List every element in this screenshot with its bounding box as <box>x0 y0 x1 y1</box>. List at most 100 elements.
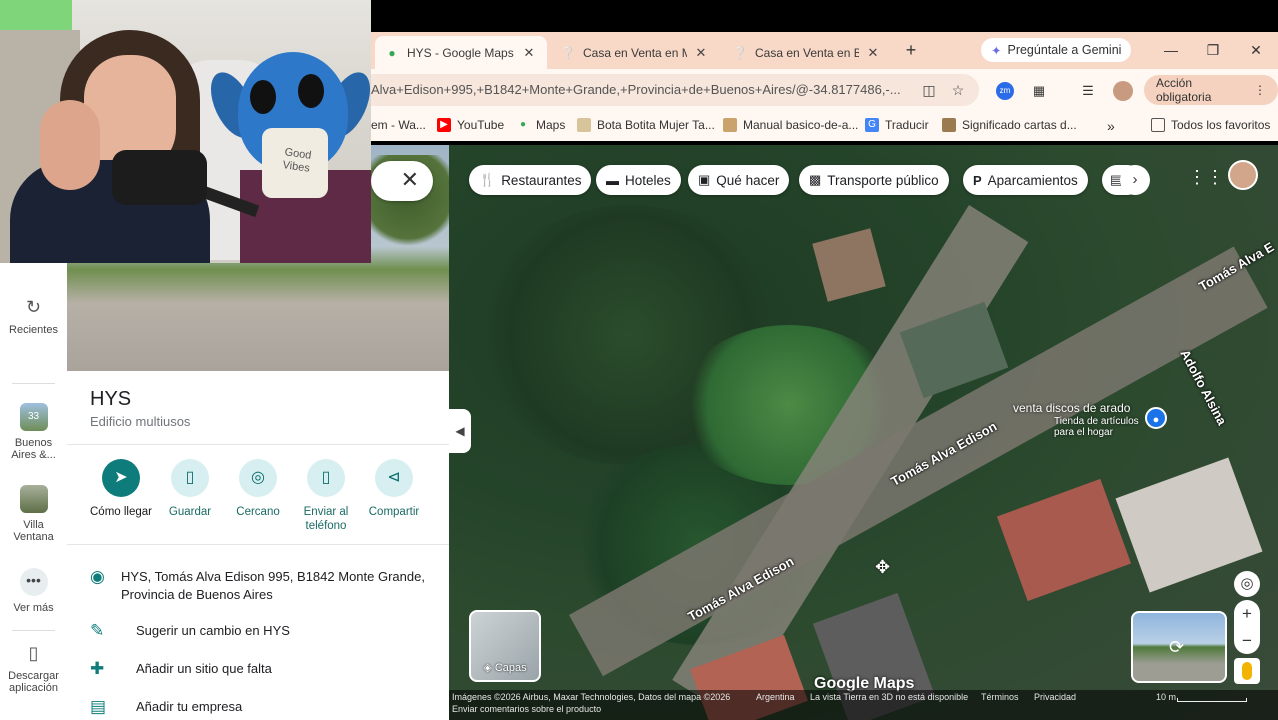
street-view-preview[interactable]: ⟳ <box>1131 611 1227 683</box>
building-roof <box>812 228 886 302</box>
screen: Good Vibes ● HYS - Google Maps ✕ ❔ Casa … <box>0 0 1278 720</box>
rail-label: Buenos Aires &... <box>11 437 56 461</box>
map-footer: Imágenes ©2026 Airbus, Maxar Technologie… <box>449 690 1278 720</box>
address-bar[interactable]: Alva+Edison+995,+B1842+Monte+Grande,+Pro… <box>371 74 979 106</box>
minimize-icon[interactable]: — <box>1157 38 1185 62</box>
pegman-icon[interactable] <box>1234 658 1260 684</box>
nearby-button[interactable]: ◎ Cercano <box>223 459 293 519</box>
profile-avatar[interactable] <box>1113 81 1133 101</box>
close-panel-icon[interactable]: ✕ <box>371 161 433 201</box>
rail-more[interactable]: ••• Ver más <box>0 568 67 614</box>
account-avatar[interactable] <box>1228 160 1258 190</box>
business-icon: ▤ <box>90 697 107 716</box>
satellite-map[interactable]: Tomás Alva Edison Tomás Alva Edison Tomá… <box>449 145 1278 720</box>
rail-recents[interactable]: ↻ Recientes <box>0 297 67 336</box>
zoom-out-button[interactable]: − <box>1234 627 1260 654</box>
shop-pin-icon[interactable]: ● <box>1145 407 1167 429</box>
chip-label: Qué hacer <box>716 172 780 188</box>
restore-icon[interactable]: ❐ <box>1199 38 1227 62</box>
location-pin-icon: ◉ <box>90 567 105 586</box>
chip-parking[interactable]: P Aparcamientos <box>963 165 1088 195</box>
layers-button[interactable]: ◈ Capas <box>469 610 541 682</box>
rail-divider <box>12 383 55 384</box>
plush-eye-right <box>298 74 324 108</box>
folder-icon <box>1151 118 1165 132</box>
bookmark-item[interactable]: Significado cartas d... <box>942 118 1077 132</box>
action-label: Guardar <box>168 506 212 518</box>
plush-eye-left <box>250 80 276 114</box>
location-thumbnail <box>19 485 48 513</box>
bookmark-item[interactable]: G Traducir <box>865 118 929 132</box>
action-label: Cómo llegar <box>90 506 152 518</box>
tab-casa-venta-1[interactable]: ❔ Casa en Venta en Mo ✕ <box>551 36 719 69</box>
close-tab-icon[interactable]: ✕ <box>521 45 537 61</box>
microphone <box>112 150 207 205</box>
bookmark-label: Significado cartas d... <box>962 118 1077 132</box>
bookmark-item[interactable]: Manual basico-de-a... <box>723 118 858 132</box>
chip-transit[interactable]: ▩ Transporte público <box>799 165 949 195</box>
install-app-icon[interactable]: ◫ <box>917 78 941 102</box>
all-bookmarks[interactable]: Todos los favoritos <box>1151 118 1270 132</box>
rail-download-app[interactable]: ▯ Descargar aplicación <box>0 643 67 694</box>
pencil-icon: ✎ <box>90 621 105 640</box>
send-to-phone-button[interactable]: ▯ Enviar al teléfono <box>291 459 361 533</box>
more-bookmarks-icon[interactable]: » <box>1107 118 1115 134</box>
zoom-in-button[interactable]: + <box>1234 600 1260 627</box>
address-row[interactable]: ◉ HYS, Tomás Alva Edison 995, B1842 Mont… <box>90 568 430 604</box>
rail-buenos-aires[interactable]: 33 Buenos Aires &... <box>0 403 67 461</box>
add-missing-place-row[interactable]: ✚ Añadir un sitio que falta <box>90 660 430 678</box>
media-control-icon[interactable]: ☰ <box>1076 79 1100 103</box>
tab-casa-venta-2[interactable]: ❔ Casa en Venta en Ban ✕ <box>723 36 891 69</box>
url-text[interactable]: Alva+Edison+995,+B1842+Monte+Grande,+Pro… <box>371 74 911 106</box>
extensions-puzzle-icon[interactable]: ▦ <box>1027 79 1051 103</box>
chip-label: Transporte público <box>827 172 939 188</box>
scale-label: 10 m <box>1156 692 1177 702</box>
bookmark-label: Manual basico-de-a... <box>743 118 859 132</box>
rotate-arrow-icon: ⟳ <box>1169 637 1185 657</box>
add-business-row[interactable]: ▤ Añadir tu empresa <box>90 698 430 716</box>
close-tab-icon[interactable]: ✕ <box>865 45 881 61</box>
close-tab-icon[interactable]: ✕ <box>693 45 709 61</box>
chip-restaurants[interactable]: 🍴 Restaurantes <box>469 165 592 195</box>
action-label: Cercano <box>236 506 280 518</box>
close-window-icon[interactable]: ✕ <box>1242 38 1270 62</box>
bookmark-item[interactable]: Bota Botita Mujer Ta... <box>577 118 715 132</box>
tab-bar: ● HYS - Google Maps ✕ ❔ Casa en Venta en… <box>371 32 1278 69</box>
tab-title: HYS - Google Maps <box>407 45 514 60</box>
layers-label: ◈ Capas <box>471 661 539 674</box>
parking-icon: P <box>973 172 982 188</box>
phone-icon: ▯ <box>28 643 39 663</box>
maps-pin-icon: ● <box>519 119 527 130</box>
rail-villa-ventana[interactable]: Villa Ventana <box>0 485 67 543</box>
chip-hotels[interactable]: ▬ Hoteles <box>596 165 681 195</box>
chip-label: Aparcamientos <box>987 172 1078 188</box>
panel-divider <box>67 444 449 445</box>
bookmark-item[interactable]: ▶ YouTube <box>437 118 504 132</box>
suggest-edit-row[interactable]: ✎ Sugerir un cambio en HYS <box>90 622 430 640</box>
move-cursor-icon: ✥ <box>875 557 891 577</box>
action-required-button[interactable]: Acción obligatoria ⋮ <box>1144 75 1278 105</box>
bookmark-star-icon[interactable]: ☆ <box>946 78 970 102</box>
tab-title: Casa en Venta en Ban <box>755 45 859 60</box>
new-tab-button[interactable]: + <box>899 38 923 62</box>
feedback-link[interactable]: Enviar comentarios sobre el producto <box>452 704 601 714</box>
chip-things-to-do[interactable]: ▣ Qué hacer <box>688 165 790 195</box>
bookmark-item[interactable]: ● Maps <box>516 118 565 132</box>
bookmark-item[interactable]: em - Wa... <box>371 118 426 132</box>
poi-name[interactable]: venta discos de arado <box>1013 401 1130 415</box>
privacy-link[interactable]: Privacidad <box>1034 692 1076 702</box>
share-button[interactable]: ⊲ Compartir <box>359 459 429 519</box>
maps-side-rail: ↻ Recientes 33 Buenos Aires &... Villa V… <box>0 263 67 720</box>
collapse-panel-icon[interactable]: ◀ <box>449 409 471 453</box>
shop-icon <box>577 118 591 132</box>
directions-button[interactable]: ➤ Cómo llegar <box>86 459 156 519</box>
chevron-right-icon[interactable]: › <box>1120 165 1150 195</box>
save-button[interactable]: ▯ Guardar <box>155 459 225 519</box>
country-link[interactable]: Argentina <box>756 692 795 702</box>
gemini-label: Pregúntale a Gemini <box>1007 43 1122 57</box>
gemini-button[interactable]: ✦ Pregúntale a Gemini <box>981 38 1132 62</box>
terms-link[interactable]: Términos <box>981 692 1019 702</box>
my-location-icon[interactable]: ◎ <box>1234 571 1260 597</box>
tab-google-maps[interactable]: ● HYS - Google Maps ✕ <box>375 36 547 69</box>
zoom-extension-icon[interactable]: zm <box>996 82 1014 100</box>
